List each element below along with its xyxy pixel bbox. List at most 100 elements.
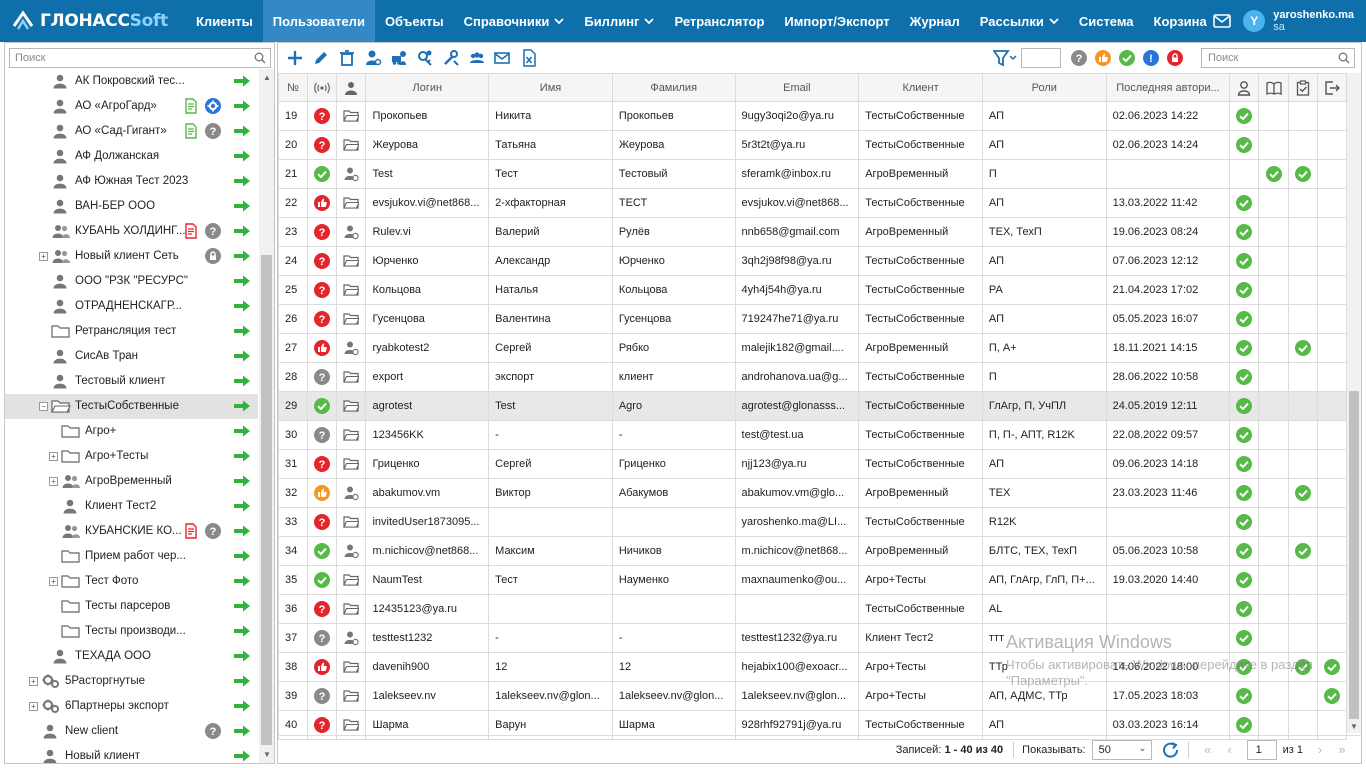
cell-flag-c3[interactable] xyxy=(1287,449,1318,479)
users-search-input[interactable]: Поиск xyxy=(1201,48,1355,68)
send-mail-button[interactable] xyxy=(490,46,516,70)
collapse-icon[interactable]: − xyxy=(39,402,48,411)
cell-flag-c4[interactable] xyxy=(1316,304,1348,334)
cell-flag-c3[interactable] xyxy=(1287,333,1318,363)
user-info[interactable]: yaroshenko.ma sa xyxy=(1273,9,1354,33)
column-header-email[interactable]: Email xyxy=(734,73,860,102)
next-page-button[interactable]: › xyxy=(1309,742,1331,757)
cell-flag-c1[interactable] xyxy=(1229,652,1260,682)
cell-flag-c4[interactable] xyxy=(1316,362,1348,392)
table-row[interactable]: 39? 1alekseev.nv 1alekseev.nv@glon... 1alek… xyxy=(277,681,1348,711)
cell-flag-c2[interactable] xyxy=(1258,159,1289,189)
nav-tab[interactable]: Система xyxy=(1069,0,1144,42)
sidebar-scrollbar[interactable]: ▲ ▼ xyxy=(259,69,274,763)
expand-icon[interactable]: + xyxy=(29,677,38,686)
cell-flag-c2[interactable] xyxy=(1258,130,1289,160)
page-number-input[interactable]: 1 xyxy=(1246,739,1277,760)
table-scrollbar[interactable]: ▼ xyxy=(1347,73,1361,733)
scroll-down-icon[interactable]: ▼ xyxy=(1350,722,1358,731)
cell-flag-c1[interactable] xyxy=(1229,275,1260,305)
tree-item[interactable]: +5Расторгнутые xyxy=(5,669,258,694)
cell-flag-c1[interactable] xyxy=(1229,420,1260,450)
tree-item[interactable]: ООО "РЗК "РЕСУРС" xyxy=(5,269,258,294)
arrow-right-icon[interactable] xyxy=(233,375,251,387)
table-row[interactable]: 20? Жеурова Татьяна Жеурова 5r3t2t@ya.ru Тест… xyxy=(277,130,1348,160)
cell-flag-c1[interactable] xyxy=(1229,159,1260,189)
sidebar-search-input[interactable]: Поиск xyxy=(9,48,271,68)
column-header-last-auth[interactable]: Последняя автори... xyxy=(1105,73,1231,102)
tree-item[interactable]: АО «АгроГард» xyxy=(5,94,258,119)
nav-tab[interactable]: Справочники xyxy=(454,0,575,42)
tree-item[interactable]: Прием работ чер... xyxy=(5,544,258,569)
table-row[interactable]: 36? 12435123@ya.ru ТестыСобственные AL xyxy=(277,594,1348,624)
column-header-name[interactable]: Имя xyxy=(488,73,613,102)
cell-flag-c4[interactable] xyxy=(1316,333,1348,363)
cell-flag-c1[interactable] xyxy=(1229,391,1260,421)
expand-icon[interactable]: + xyxy=(49,452,58,461)
cell-flag-c2[interactable] xyxy=(1258,391,1289,421)
table-row[interactable]: 35 NaumTest Тест Науменко maxnaumenko@ou... А… xyxy=(277,565,1348,595)
user-settings-button[interactable] xyxy=(360,46,386,70)
nav-tab[interactable]: Журнал xyxy=(900,0,970,42)
cell-flag-c4[interactable] xyxy=(1316,420,1348,450)
cell-flag-c2[interactable] xyxy=(1258,449,1289,479)
cell-flag-c1[interactable] xyxy=(1229,304,1260,334)
cell-flag-c1[interactable] xyxy=(1229,507,1260,537)
last-page-button[interactable]: » xyxy=(1331,742,1353,757)
table-row[interactable]: 22 evsjukov.vi@net868... 2-хфакторная ТЕСТ e… xyxy=(277,188,1348,218)
column-header-tasks[interactable] xyxy=(1287,73,1318,102)
prev-page-button[interactable]: ‹ xyxy=(1219,742,1241,757)
tree-item[interactable]: Тесты парсеров xyxy=(5,594,258,619)
cell-flag-c2[interactable] xyxy=(1258,623,1289,653)
cell-flag-c4[interactable] xyxy=(1316,594,1348,624)
arrow-right-icon[interactable] xyxy=(233,600,251,612)
cell-flag-c1[interactable] xyxy=(1229,130,1260,160)
cell-flag-c1[interactable] xyxy=(1229,565,1260,595)
table-row[interactable]: 19? Прокопьев Никита Прокопьев 9ugy3oqi2o@ya… xyxy=(277,101,1348,131)
tree-item[interactable]: АК Покровский тес... xyxy=(5,69,258,94)
cell-flag-c4[interactable] xyxy=(1316,391,1348,421)
cell-flag-c3[interactable] xyxy=(1287,536,1318,566)
column-header-client[interactable]: Клиент xyxy=(858,73,983,102)
app-logo[interactable]: ГЛОНАССSoft xyxy=(0,0,186,42)
cell-flag-c2[interactable] xyxy=(1258,275,1289,305)
cell-flag-c2[interactable] xyxy=(1258,565,1289,595)
arrow-right-icon[interactable] xyxy=(233,250,251,262)
cell-flag-c4[interactable] xyxy=(1316,130,1348,160)
tree-item[interactable]: АО «Сад-Гигант»? xyxy=(5,119,258,144)
cell-flag-c2[interactable] xyxy=(1258,420,1289,450)
cell-flag-c4[interactable] xyxy=(1316,246,1348,276)
filter-value-input[interactable] xyxy=(1021,48,1061,68)
tree-item[interactable]: New client? xyxy=(5,719,258,744)
cell-flag-c4[interactable] xyxy=(1316,623,1348,653)
tree-item[interactable]: ВАН-БЕР ООО xyxy=(5,194,258,219)
search-icon[interactable] xyxy=(254,52,266,64)
arrow-right-icon[interactable] xyxy=(233,200,251,212)
cell-flag-c4[interactable] xyxy=(1316,652,1348,682)
cell-flag-c4[interactable] xyxy=(1316,101,1348,131)
tree-item[interactable]: АФ Должанская xyxy=(5,144,258,169)
cell-flag-c2[interactable] xyxy=(1258,594,1289,624)
cell-flag-c2[interactable] xyxy=(1258,536,1289,566)
cell-flag-c3[interactable] xyxy=(1287,130,1318,160)
expand-icon[interactable]: + xyxy=(49,477,58,486)
tree-item[interactable]: +6Партнеры экспорт xyxy=(5,694,258,719)
tree-item[interactable]: Клиент Тест2 xyxy=(5,494,258,519)
cell-flag-c4[interactable] xyxy=(1316,681,1348,711)
cell-flag-c2[interactable] xyxy=(1258,246,1289,276)
tree-item[interactable]: ТЕХАДА ООО xyxy=(5,644,258,669)
cell-flag-c1[interactable] xyxy=(1229,449,1260,479)
cell-flag-c4[interactable] xyxy=(1316,449,1348,479)
scroll-down-icon[interactable]: ▼ xyxy=(263,750,271,759)
page-size-select[interactable]: 50 ⌄ xyxy=(1091,739,1152,760)
cell-flag-c2[interactable] xyxy=(1258,304,1289,334)
table-row[interactable]: 32 abakumov.vm Виктор Абакумов abakumov.vm@g… xyxy=(277,478,1348,508)
cell-flag-c2[interactable] xyxy=(1258,188,1289,218)
arrow-right-icon[interactable] xyxy=(233,75,251,87)
cell-flag-c3[interactable] xyxy=(1287,362,1318,392)
tree-item[interactable]: АФ Южная Тест 2023 xyxy=(5,169,258,194)
cell-flag-c1[interactable] xyxy=(1229,478,1260,508)
nav-tab[interactable]: Корзина xyxy=(1144,0,1217,42)
cell-flag-c3[interactable] xyxy=(1287,507,1318,537)
column-header-surname[interactable]: Фамилия xyxy=(611,73,736,102)
